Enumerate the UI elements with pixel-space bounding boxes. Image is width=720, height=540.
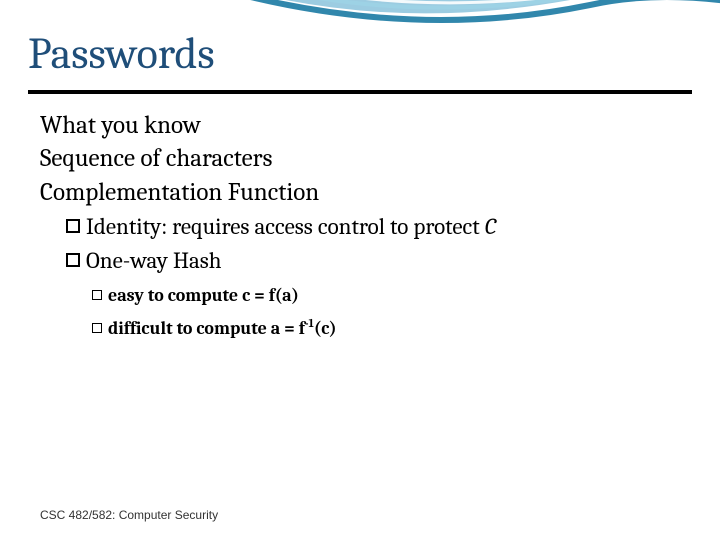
bullet-oneway-hash: One-way Hash — [66, 246, 680, 276]
bullet-easy-compute-text: easy to compute c = f(a) — [108, 285, 299, 306]
title-underline — [28, 90, 692, 94]
slide-content: What you know Sequence of characters Com… — [40, 110, 680, 342]
bullet-difficult-sup: -1 — [305, 316, 314, 330]
slide-footer: CSC 482/582: Computer Security — [40, 508, 218, 522]
bullet-difficult-suffix: (c) — [314, 318, 337, 339]
bullet-complementation: Complementation Function — [40, 177, 680, 208]
bullet-easy-compute: easy to compute c = f(a) — [92, 282, 680, 309]
bullet-identity: Identity: requires access control to pro… — [66, 212, 680, 242]
slide-title: Passwords — [28, 28, 215, 79]
square-bullet-small-icon — [92, 323, 102, 333]
square-bullet-small-icon — [92, 290, 102, 300]
bullet-difficult-prefix: difficult to compute a = f — [108, 318, 305, 339]
square-bullet-icon — [66, 253, 80, 267]
bullet-oneway-hash-text: One-way Hash — [86, 247, 222, 274]
bullet-identity-text: Identity: requires access control to pro… — [86, 213, 485, 240]
bullet-sequence: Sequence of characters — [40, 143, 680, 174]
bullet-identity-c: C — [485, 213, 496, 240]
bullet-difficult-compute: difficult to compute a = f-1(c) — [92, 315, 680, 342]
bullet-what-you-know: What you know — [40, 110, 680, 141]
square-bullet-icon — [66, 219, 80, 233]
